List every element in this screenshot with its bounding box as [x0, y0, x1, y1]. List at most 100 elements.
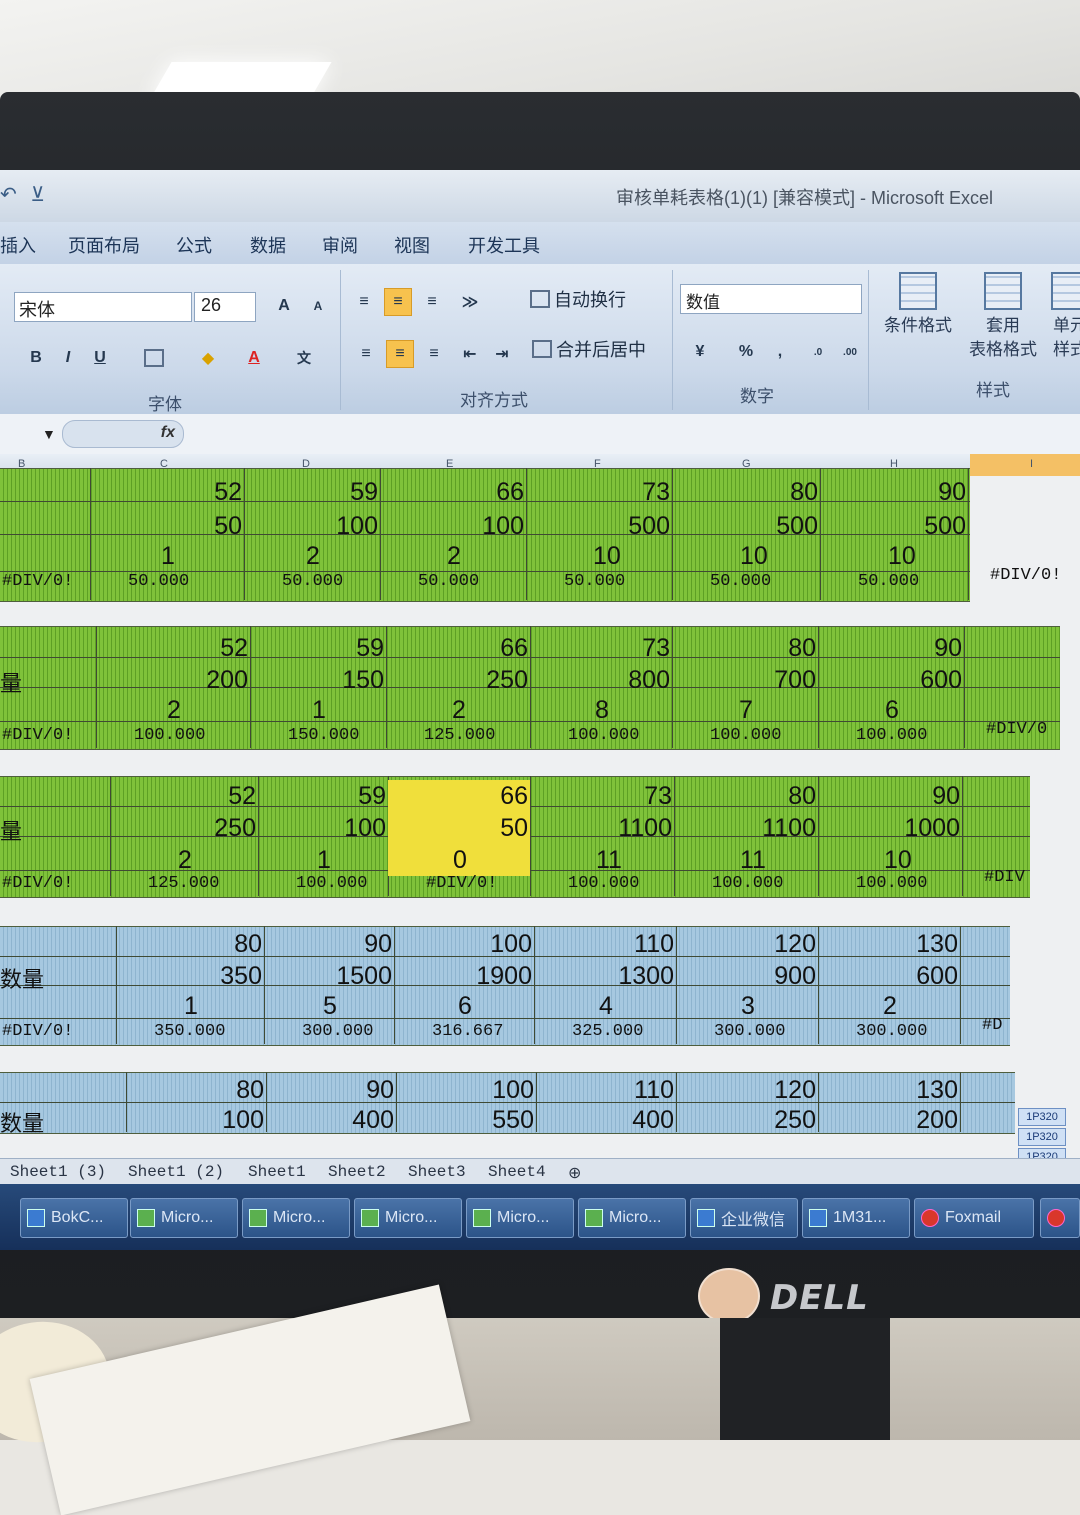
cell-ratio[interactable]: 100.000	[296, 874, 367, 893]
taskbar-item[interactable]: Micro...	[578, 1198, 686, 1238]
cell-value[interactable]: 100	[490, 930, 532, 959]
taskbar-item[interactable]: Micro...	[242, 1198, 350, 1238]
cell-value[interactable]: 90	[366, 1076, 394, 1105]
sheet-tab[interactable]: Sheet1 (3)	[10, 1163, 106, 1181]
increase-indent-icon[interactable]: ⇥	[488, 340, 516, 368]
cell-quantity[interactable]: 1900	[476, 962, 532, 991]
column-header-i[interactable]: I	[1030, 458, 1033, 470]
cell-quantity[interactable]: 700	[774, 666, 816, 695]
cell-value[interactable]: 90	[938, 478, 966, 507]
cell-quantity[interactable]: 500	[776, 512, 818, 541]
tab-page-layout[interactable]: 页面布局	[68, 232, 140, 258]
tab-insert[interactable]: 插入	[0, 232, 36, 258]
cell-quantity[interactable]: 500	[924, 512, 966, 541]
cell-value[interactable]: 73	[644, 782, 672, 811]
cell-ratio[interactable]: 100.000	[712, 874, 783, 893]
cell-value[interactable]: 130	[916, 1076, 958, 1105]
align-center-icon[interactable]: ≡	[386, 340, 414, 368]
cell-value[interactable]: 66	[500, 782, 528, 811]
taskbar-item[interactable]: Foxmail	[914, 1198, 1034, 1238]
cell-quantity[interactable]: 1500	[336, 962, 392, 991]
cell-count[interactable]: 10	[884, 846, 912, 875]
taskbar-item[interactable]: Micro...	[466, 1198, 574, 1238]
cell-count[interactable]: 10	[593, 542, 621, 571]
cell-quantity[interactable]: 1300	[618, 962, 674, 991]
cell-ratio[interactable]: 125.000	[148, 874, 219, 893]
cell-quantity[interactable]: 1100	[762, 814, 816, 843]
sheet-tab[interactable]: Sheet4	[488, 1163, 546, 1181]
taskbar-item[interactable]: 企业微信	[690, 1198, 798, 1238]
sheet-tab[interactable]: Sheet1 (2)	[128, 1163, 224, 1181]
cell-quantity[interactable]: 1000	[904, 814, 960, 843]
phonetic-icon[interactable]: 文	[290, 344, 318, 372]
shrink-font-icon[interactable]: A	[304, 292, 332, 320]
underline-icon[interactable]: U	[86, 344, 114, 372]
cell-count[interactable]: 2	[306, 542, 320, 571]
cell-styles-button[interactable]: 单元 样式	[1048, 272, 1080, 362]
cell-quantity[interactable]: 250	[774, 1106, 816, 1135]
error-cell[interactable]: #DIV/0!	[990, 566, 1061, 585]
side-tag-cell[interactable]: 1P320	[1018, 1128, 1066, 1146]
align-right-icon[interactable]: ≡	[420, 340, 448, 368]
taskbar-item[interactable]: 1M31...	[802, 1198, 910, 1238]
insert-sheet-icon[interactable]: ⊕	[568, 1163, 581, 1183]
cell-ratio[interactable]: 300.000	[302, 1022, 373, 1041]
cell-ratio[interactable]: 325.000	[572, 1022, 643, 1041]
format-as-table-button[interactable]: 套用 表格格式	[960, 272, 1046, 362]
cell-ratio[interactable]: #DIV/0!	[426, 874, 497, 893]
taskbar-item[interactable]: Micro...	[130, 1198, 238, 1238]
cell-count[interactable]: 3	[741, 992, 755, 1021]
decrease-indent-icon[interactable]: ⇤	[456, 340, 484, 368]
side-tag-cell[interactable]: 1P320	[1018, 1108, 1066, 1126]
cell-quantity[interactable]: 100	[222, 1106, 264, 1135]
cell-ratio[interactable]: 350.000	[154, 1022, 225, 1041]
cell-ratio[interactable]: 150.000	[288, 726, 359, 745]
taskbar-item[interactable]: BokC...	[20, 1198, 128, 1238]
merge-center-button[interactable]: 合并后居中	[532, 336, 646, 362]
cell-value[interactable]: 120	[774, 930, 816, 959]
cell-count[interactable]: 2	[167, 696, 181, 725]
font-size-select[interactable]: 26	[194, 292, 256, 322]
align-middle-icon[interactable]: ≡	[384, 288, 412, 316]
sheet-tab[interactable]: Sheet2	[328, 1163, 386, 1181]
cell-count[interactable]: 2	[447, 542, 461, 571]
wrap-text-button[interactable]: 自动换行	[530, 286, 626, 312]
cell-ratio[interactable]: 50.000	[858, 572, 919, 591]
cell-count[interactable]: 1	[161, 542, 175, 571]
cell-count[interactable]: 5	[323, 992, 337, 1021]
cell-value[interactable]: 59	[358, 782, 386, 811]
orientation-icon[interactable]: ≫	[456, 288, 484, 316]
cell-quantity[interactable]: 1100	[618, 814, 672, 843]
cell-value[interactable]: 59	[356, 634, 384, 663]
cell-count[interactable]: 11	[740, 846, 766, 875]
cell-value[interactable]: 66	[496, 478, 524, 507]
cell-ratio[interactable]: 50.000	[564, 572, 625, 591]
tab-developer[interactable]: 开发工具	[468, 232, 540, 258]
tab-review[interactable]: 审阅	[322, 232, 358, 258]
cell-ratio[interactable]: 100.000	[710, 726, 781, 745]
error-cell[interactable]: #DIV	[984, 868, 1025, 887]
error-cell[interactable]: #DIV/0!	[2, 726, 73, 745]
cell-count[interactable]: 4	[599, 992, 613, 1021]
sheet-tab[interactable]: Sheet3	[408, 1163, 466, 1181]
error-cell[interactable]: #DIV/0	[986, 720, 1047, 739]
cell-value[interactable]: 73	[642, 634, 670, 663]
align-top-icon[interactable]: ≡	[350, 288, 378, 316]
error-cell[interactable]: #DIV/0!	[2, 1022, 73, 1041]
cell-value[interactable]: 90	[934, 634, 962, 663]
cell-ratio[interactable]: 50.000	[128, 572, 189, 591]
worksheet-grid[interactable]: 52 50 1 50.000 59 100 2 50.000 66 100 2 50.000 73 500…	[0, 468, 1080, 1226]
align-bottom-icon[interactable]: ≡	[418, 288, 446, 316]
bold-icon[interactable]: B	[22, 344, 50, 372]
cell-quantity[interactable]: 350	[220, 962, 262, 991]
cell-value[interactable]: 110	[634, 1076, 674, 1105]
cell-ratio[interactable]: 100.000	[568, 726, 639, 745]
cell-quantity[interactable]: 400	[632, 1106, 674, 1135]
cell-count[interactable]: 1	[312, 696, 326, 725]
cell-value[interactable]: 80	[236, 1076, 264, 1105]
cell-quantity[interactable]: 250	[214, 814, 256, 843]
tab-formulas[interactable]: 公式	[176, 232, 212, 258]
cell-count[interactable]: 2	[452, 696, 466, 725]
cell-value[interactable]: 100	[492, 1076, 534, 1105]
cell-value[interactable]: 80	[788, 782, 816, 811]
